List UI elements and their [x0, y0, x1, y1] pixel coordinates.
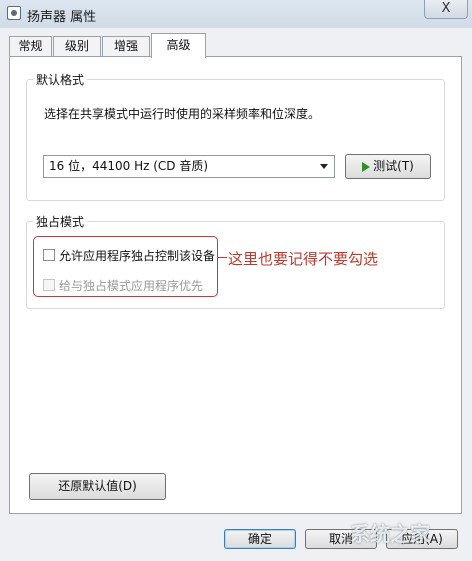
default-format-group: 默认格式 选择在共享模式中运行时使用的采样频率和位深度。 16 位，44100 … [26, 71, 445, 201]
title-bar[interactable]: 扬声器 属性 X [0, 0, 472, 28]
default-format-label: 默认格式 [33, 71, 88, 88]
speaker-icon [7, 6, 21, 20]
ok-button[interactable]: 确定 [224, 529, 296, 549]
restore-defaults-button[interactable]: 还原默认值(D) [29, 473, 166, 500]
format-select-value: 16 位，44100 Hz (CD 音质) [49, 159, 209, 173]
window-title: 扬声器 属性 [27, 10, 97, 25]
close-icon: X [441, 1, 451, 16]
annotation-text: 这里也要记得不要勾选 [228, 250, 379, 268]
test-button-label: 测试(T) [373, 159, 414, 173]
exclusive-mode-label: 独占模式 [33, 213, 88, 230]
properties-window: 扬声器 属性 X 常规 级别 增强 高级 默认格式 选择在共享模式中运行时使用的… [0, 0, 472, 561]
test-button[interactable]: 测试(T) [345, 154, 431, 179]
default-format-description: 选择在共享模式中运行时使用的采样频率和位深度。 [44, 107, 321, 121]
annotation-connector [218, 257, 227, 258]
tab-general[interactable]: 常规 [9, 36, 52, 57]
tab-advanced[interactable]: 高级 [151, 33, 206, 58]
play-icon [362, 161, 371, 172]
chevron-down-icon [320, 164, 328, 169]
tab-enhancements[interactable]: 增强 [102, 36, 150, 57]
format-select[interactable]: 16 位，44100 Hz (CD 音质) [43, 155, 335, 178]
tab-levels[interactable]: 级别 [53, 36, 101, 57]
close-button[interactable]: X [424, 0, 468, 19]
annotation-highlight-box [33, 236, 218, 297]
site-watermark: 系统之家 [350, 522, 430, 546]
